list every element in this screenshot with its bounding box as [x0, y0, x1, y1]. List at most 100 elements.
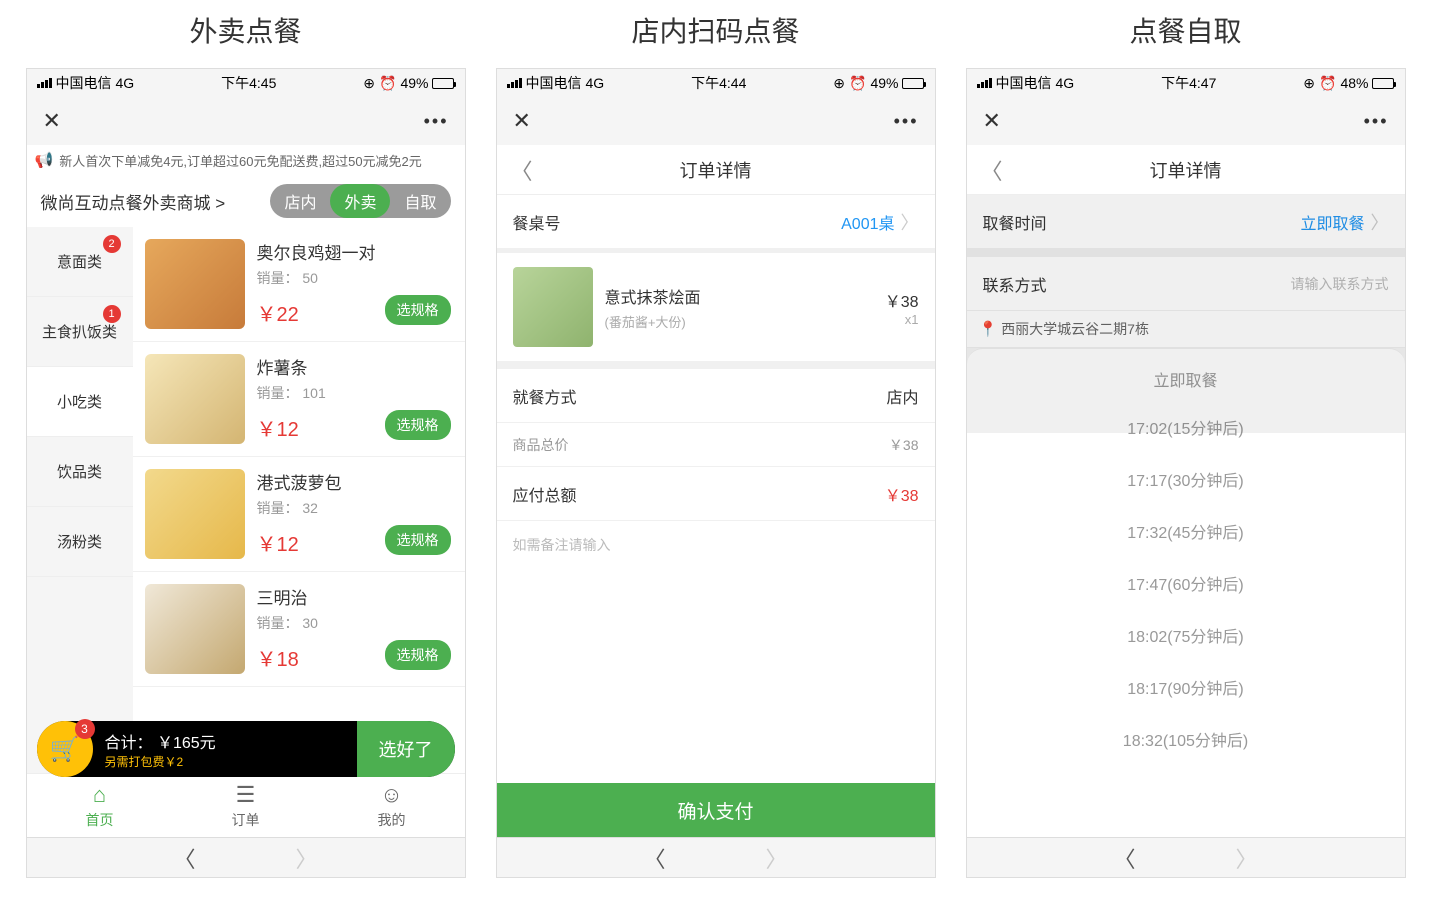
spec-button[interactable]: 选规格 — [385, 295, 451, 325]
picker-option[interactable]: 17:32(45分钟后) — [967, 505, 1405, 557]
lock-icon: ⊕ — [363, 75, 375, 92]
app-header: ✕ ••• — [497, 97, 935, 145]
remark-input[interactable]: 如需备注请输入 — [497, 521, 935, 569]
lock-icon: ⊕ — [833, 75, 845, 92]
spec-button[interactable]: 选规格 — [385, 640, 451, 670]
nav-forward-button[interactable]: 〉 — [1236, 842, 1258, 874]
nav-back-button[interactable]: 〈 — [1113, 842, 1135, 874]
table-number-row[interactable]: 餐桌号 A001桌〉 — [497, 195, 935, 249]
network-label: 4G — [116, 75, 135, 91]
more-button[interactable]: ••• — [424, 111, 449, 132]
close-button[interactable]: ✕ — [983, 108, 1001, 134]
food-image — [145, 584, 245, 674]
cart-fee-label: 另需打包费￥2 — [105, 753, 357, 770]
status-bar: 中国电信 4G 下午4:47 ⊕ ⏰ 48% — [967, 69, 1405, 97]
back-button[interactable]: 〈 — [511, 154, 533, 186]
subtotal-row: 商品总价 ￥38 — [497, 423, 935, 467]
tab-label: 我的 — [378, 810, 406, 830]
mode-delivery[interactable]: 外卖 — [330, 184, 390, 218]
signal-icon — [977, 78, 992, 88]
food-list[interactable]: 奥尔良鸡翅一对 销量： 50 ￥22 选规格 炸薯条 销量： 101 ￥12 选… — [133, 227, 465, 773]
spec-button[interactable]: 选规格 — [385, 525, 451, 555]
alarm-icon: ⏰ — [849, 75, 866, 92]
picker-option[interactable]: 17:47(60分钟后) — [967, 557, 1405, 609]
category-item[interactable]: 小吃类 — [27, 367, 133, 437]
food-sales: 销量： 101 — [257, 383, 453, 403]
back-button[interactable]: 〈 — [981, 154, 1003, 186]
category-sidebar[interactable]: 意面类2 主食扒饭类1 小吃类 饮品类 汤粉类 — [27, 227, 133, 773]
picker-option[interactable]: 17:17(30分钟后) — [967, 453, 1405, 505]
spec-button[interactable]: 选规格 — [385, 410, 451, 440]
nav-back-button[interactable]: 〈 — [643, 842, 665, 874]
category-item[interactable]: 主食扒饭类1 — [27, 297, 133, 367]
tab-orders[interactable]: ☰ 订单 — [173, 774, 319, 837]
category-label: 汤粉类 — [57, 531, 102, 552]
picker-option[interactable]: 18:02(75分钟后) — [967, 609, 1405, 661]
category-badge: 1 — [103, 305, 121, 323]
close-button[interactable]: ✕ — [43, 108, 61, 134]
tab-label: 订单 — [232, 810, 260, 830]
category-label: 饮品类 — [57, 461, 102, 482]
cart-icon-wrap[interactable]: 🛒 3 — [37, 721, 93, 777]
picker-option[interactable]: 18:32(105分钟后) — [967, 713, 1405, 765]
page-title: 订单详情 — [680, 157, 752, 183]
food-image — [145, 469, 245, 559]
dine-value: 店内 — [886, 384, 918, 408]
column-title-1: 外卖点餐 — [189, 10, 301, 50]
clock-label: 下午4:45 — [221, 73, 276, 93]
chevron-right-icon: 〉 — [901, 209, 919, 235]
food-name: 奥尔良鸡翅一对 — [257, 239, 453, 264]
mode-instore[interactable]: 店内 — [270, 184, 330, 218]
order-item: 意式抹茶烩面 (番茄酱+大份) ￥38 x1 — [497, 249, 935, 361]
food-image — [145, 239, 245, 329]
status-bar: 中国电信 4G 下午4:45 ⊕ ⏰ 49% — [27, 69, 465, 97]
category-item[interactable]: 汤粉类 — [27, 507, 133, 577]
mode-pickup[interactable]: 自取 — [390, 184, 450, 218]
category-label: 意面类 — [57, 251, 102, 272]
network-label: 4G — [1056, 75, 1075, 91]
checkout-button[interactable]: 选好了 — [357, 721, 455, 777]
food-item[interactable]: 奥尔良鸡翅一对 销量： 50 ￥22 选规格 — [133, 227, 465, 342]
picker-option[interactable]: 17:02(15分钟后) — [967, 401, 1405, 453]
food-item[interactable]: 炸薯条 销量： 101 ￥12 选规格 — [133, 342, 465, 457]
contact-label: 联系方式 — [983, 272, 1047, 296]
tab-profile[interactable]: ☺ 我的 — [319, 774, 465, 837]
battery-icon — [432, 78, 454, 89]
category-item[interactable]: 饮品类 — [27, 437, 133, 507]
cart-total-label: 合计： ￥165元 — [105, 729, 357, 753]
signal-icon — [37, 78, 52, 88]
carrier-label: 中国电信 — [996, 73, 1052, 93]
subtotal-label: 商品总价 — [513, 435, 569, 455]
pickup-label: 取餐时间 — [983, 210, 1047, 234]
more-button[interactable]: ••• — [1364, 111, 1389, 132]
battery-icon — [902, 78, 924, 89]
battery-pct: 49% — [870, 75, 898, 91]
alarm-icon: ⏰ — [1319, 75, 1336, 92]
store-header: 微尚互动点餐外卖商城 > 店内 外卖 自取 — [27, 175, 465, 227]
cart-count-badge: 3 — [75, 719, 95, 739]
dine-label: 就餐方式 — [513, 384, 577, 408]
close-button[interactable]: ✕ — [513, 108, 531, 134]
nav-forward-button[interactable]: 〉 — [766, 842, 788, 874]
nav-back-button[interactable]: 〈 — [173, 842, 195, 874]
cart-bar[interactable]: 🛒 3 合计： ￥165元 另需打包费￥2 选好了 — [37, 721, 455, 777]
contact-row[interactable]: 联系方式 请输入联系方式 — [967, 257, 1405, 311]
time-picker-sheet[interactable]: 立即取餐 17:02(15分钟后) 17:17(30分钟后) 17:32(45分… — [967, 348, 1405, 837]
confirm-pay-button[interactable]: 确认支付 — [497, 783, 935, 837]
pickup-time-row[interactable]: 取餐时间 立即取餐〉 — [967, 195, 1405, 249]
store-name-link[interactable]: 微尚互动点餐外卖商城 > — [41, 189, 226, 214]
contact-placeholder: 请输入联系方式 — [1291, 274, 1389, 294]
food-name: 港式菠萝包 — [257, 469, 453, 494]
picker-option[interactable]: 18:17(90分钟后) — [967, 661, 1405, 713]
mode-selector[interactable]: 店内 外卖 自取 — [270, 184, 450, 218]
more-button[interactable]: ••• — [894, 111, 919, 132]
order-item-spec: (番茄酱+大份) — [605, 312, 885, 331]
order-item-image — [513, 267, 593, 347]
nav-forward-button[interactable]: 〉 — [296, 842, 318, 874]
ios-nav-bar: 〈 〉 — [497, 837, 935, 877]
food-item[interactable]: 港式菠萝包 销量： 32 ￥12 选规格 — [133, 457, 465, 572]
category-item[interactable]: 意面类2 — [27, 227, 133, 297]
food-item[interactable]: 三明治 销量： 30 ￥18 选规格 — [133, 572, 465, 687]
pickup-value: 立即取餐 — [1300, 210, 1364, 234]
tab-home[interactable]: ⌂ 首页 — [27, 774, 173, 837]
